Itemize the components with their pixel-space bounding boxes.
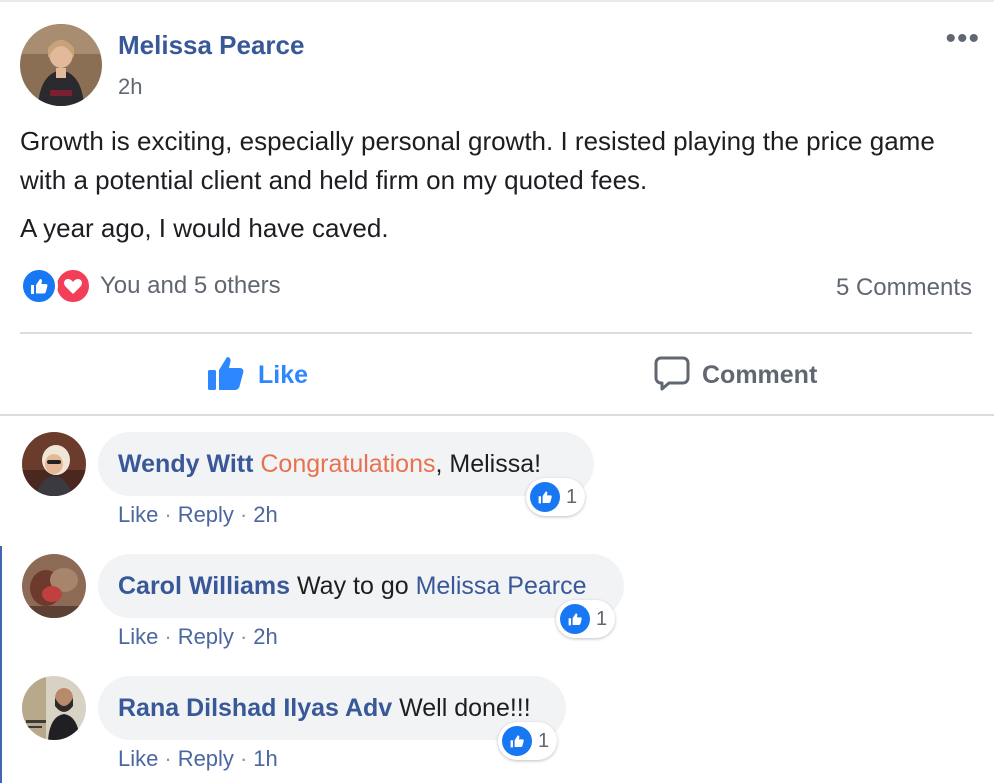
separator-dot: · <box>239 746 248 771</box>
comment-reply-link[interactable]: Reply <box>178 624 234 650</box>
comment-bubble: Carol Williams Way to go Melissa Pearce <box>98 554 624 618</box>
post-timestamp[interactable]: 2h <box>118 74 142 100</box>
comment-text: Way to go <box>297 571 409 600</box>
separator-dot: · <box>239 624 248 649</box>
comment-item: Carol Williams Way to go Melissa Pearce … <box>0 554 994 664</box>
comments-count-link[interactable]: 5 Comments <box>836 274 972 302</box>
post-body: Growth is exciting, especially personal … <box>20 122 970 248</box>
post-paragraph: A year ago, I would have caved. <box>20 213 389 243</box>
comment-actions: Like · Reply · 1h <box>118 746 278 772</box>
reactions-text: You and 5 others <box>100 272 281 299</box>
comment-timestamp[interactable]: 2h <box>253 502 277 528</box>
comment-timestamp[interactable]: 2h <box>253 624 277 650</box>
separator-dot: · <box>164 746 172 771</box>
comment-like-badge[interactable]: 1 <box>556 600 616 638</box>
divider <box>20 332 972 334</box>
comment-item: Rana Dilshad Ilyas Adv Well done!!! 1 Li… <box>0 676 994 783</box>
top-divider <box>0 0 994 2</box>
comment-bubble: Rana Dilshad Ilyas Adv Well done!!! <box>98 676 566 740</box>
like-button-label: Like <box>258 360 309 389</box>
commenter-avatar[interactable] <box>22 432 86 496</box>
comment-like-link[interactable]: Like <box>118 502 158 528</box>
like-count: 1 <box>538 729 550 752</box>
comment-timestamp[interactable]: 1h <box>253 746 277 772</box>
comment-button[interactable]: Comment <box>654 352 817 398</box>
commenter-name[interactable]: Rana Dilshad Ilyas Adv <box>118 694 392 723</box>
comment-actions: Like · Reply · 2h <box>118 624 278 650</box>
commenter-avatar[interactable] <box>22 554 86 618</box>
separator-dot: · <box>164 624 172 649</box>
like-reaction-icon <box>530 482 560 512</box>
speech-bubble-icon <box>654 355 690 396</box>
comment-like-badge[interactable]: 1 <box>498 722 558 760</box>
author-name[interactable]: Melissa Pearce <box>118 30 304 61</box>
comment-bubble: Wendy Witt Congratulations, Melissa! <box>98 432 594 496</box>
comment-reply-link[interactable]: Reply <box>178 502 234 528</box>
more-options-icon[interactable]: ••• <box>945 24 980 54</box>
commenter-avatar[interactable] <box>22 676 86 740</box>
comment-reply-link[interactable]: Reply <box>178 746 234 772</box>
comment-actions: Like · Reply · 2h <box>118 502 278 528</box>
like-reaction-icon <box>502 726 532 756</box>
comment-button-label: Comment <box>702 360 818 389</box>
comment-like-link[interactable]: Like <box>118 624 158 650</box>
comment-text: Well done!!! <box>399 693 531 722</box>
mention-link[interactable]: Melissa Pearce <box>416 572 587 601</box>
comment-item: Wendy Witt Congratulations, Melissa! 1 L… <box>0 432 994 542</box>
post-card: Melissa Pearce 2h ••• Growth is exciting… <box>0 0 994 783</box>
commenter-name[interactable]: Carol Williams <box>118 572 290 601</box>
separator-dot: · <box>239 502 248 527</box>
reactions-summary[interactable]: You and 5 others <box>20 266 281 306</box>
comment-text: , Melissa! <box>435 449 542 478</box>
like-count: 1 <box>566 485 578 508</box>
separator-dot: · <box>164 502 172 527</box>
post-paragraph: Growth is exciting, especially personal … <box>20 126 935 195</box>
like-count: 1 <box>596 607 608 630</box>
divider <box>0 414 994 416</box>
like-button[interactable]: Like <box>206 352 308 398</box>
highlighted-word: Congratulations <box>260 449 436 478</box>
comment-like-badge[interactable]: 1 <box>526 478 586 516</box>
like-reaction-icon <box>20 267 58 305</box>
thumbs-up-icon <box>206 354 246 397</box>
commenter-name[interactable]: Wendy Witt <box>118 450 253 479</box>
like-reaction-icon <box>560 604 590 634</box>
author-avatar[interactable] <box>20 24 102 106</box>
love-reaction-icon <box>54 267 92 305</box>
comment-like-link[interactable]: Like <box>118 746 158 772</box>
